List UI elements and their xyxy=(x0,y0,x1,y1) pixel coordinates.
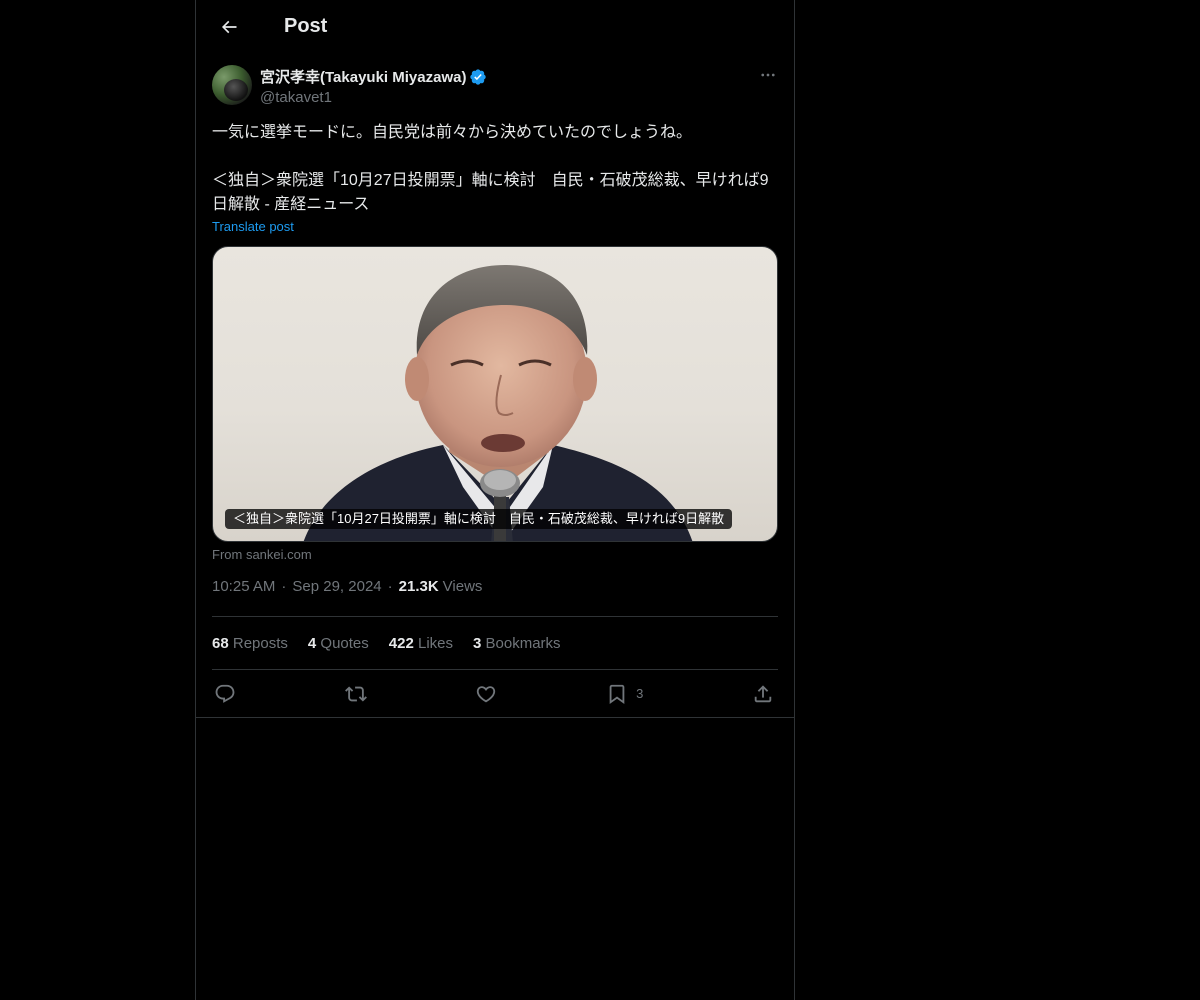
link-card[interactable]: ＜独自＞衆院選「10月27日投開票」軸に検討 自民・石破茂総裁、早ければ9日解散 xyxy=(212,246,778,542)
back-arrow-icon xyxy=(221,20,237,33)
more-dots-icon xyxy=(761,73,775,77)
back-button[interactable] xyxy=(212,10,246,44)
action-bar: 3 xyxy=(196,670,794,718)
reply-icon xyxy=(215,684,235,703)
card-photo xyxy=(303,265,693,541)
views-label: Views xyxy=(442,578,483,595)
share-icon xyxy=(754,684,772,702)
avatar[interactable] xyxy=(212,65,252,105)
quotes-stat[interactable]: 4 Quotes xyxy=(308,635,369,652)
heart-icon xyxy=(477,685,496,702)
post-date[interactable]: Sep 29, 2024 xyxy=(292,578,381,595)
page-title: Post xyxy=(284,15,328,37)
like-button[interactable] xyxy=(475,683,497,705)
share-button[interactable] xyxy=(752,683,774,705)
engagement-stats: 68 Reposts 4 Quotes 422 Likes 3 Bookmark… xyxy=(212,617,778,669)
bookmarks-stat[interactable]: 3 Bookmarks xyxy=(473,635,561,652)
verified-badge-icon[interactable] xyxy=(469,68,487,86)
author-display-name[interactable]: 宮沢孝幸(Takayuki Miyazawa) xyxy=(260,66,466,87)
post-header: Post xyxy=(196,0,794,53)
likes-stat[interactable]: 422 Likes xyxy=(389,635,453,652)
reposts-stat[interactable]: 68 Reposts xyxy=(212,635,288,652)
repost-icon xyxy=(344,686,367,701)
meta-separator: · xyxy=(387,578,393,595)
author-row: 宮沢孝幸(Takayuki Miyazawa) @takavet1 xyxy=(212,65,778,109)
card-source[interactable]: From sankei.com xyxy=(212,547,778,562)
bookmark-icon xyxy=(609,684,625,704)
translate-post-link[interactable]: Translate post xyxy=(212,219,778,234)
author-info: 宮沢孝幸(Takayuki Miyazawa) @takavet1 xyxy=(260,66,487,106)
name-line: 宮沢孝幸(Takayuki Miyazawa) xyxy=(260,66,487,87)
main-column: Post 宮沢孝幸(Takayuki Miyazawa) @takavet1 一… xyxy=(195,0,795,1000)
views-count: 21.3K xyxy=(398,578,439,595)
more-options-button[interactable] xyxy=(758,65,778,85)
reply-button[interactable] xyxy=(214,683,236,705)
bookmark-button[interactable]: 3 xyxy=(606,683,643,705)
meta-separator: · xyxy=(281,578,287,595)
repost-button[interactable] xyxy=(344,683,367,705)
post-text: 一気に選挙モードに。自民党は前々から決めていたのでしょうね。 ＜独自＞衆院選「1… xyxy=(212,124,769,213)
post-meta: 10:25 AM · Sep 29, 2024 · 21.3K Views xyxy=(212,578,778,616)
bookmark-count: 3 xyxy=(636,686,644,701)
author-handle[interactable]: @takavet1 xyxy=(260,89,487,106)
post-time[interactable]: 10:25 AM xyxy=(212,578,275,595)
card-caption: ＜独自＞衆院選「10月27日投開票」軸に検討 自民・石破茂総裁、早ければ9日解散 xyxy=(225,509,733,529)
post: 宮沢孝幸(Takayuki Miyazawa) @takavet1 一気に選挙モ… xyxy=(196,53,794,718)
